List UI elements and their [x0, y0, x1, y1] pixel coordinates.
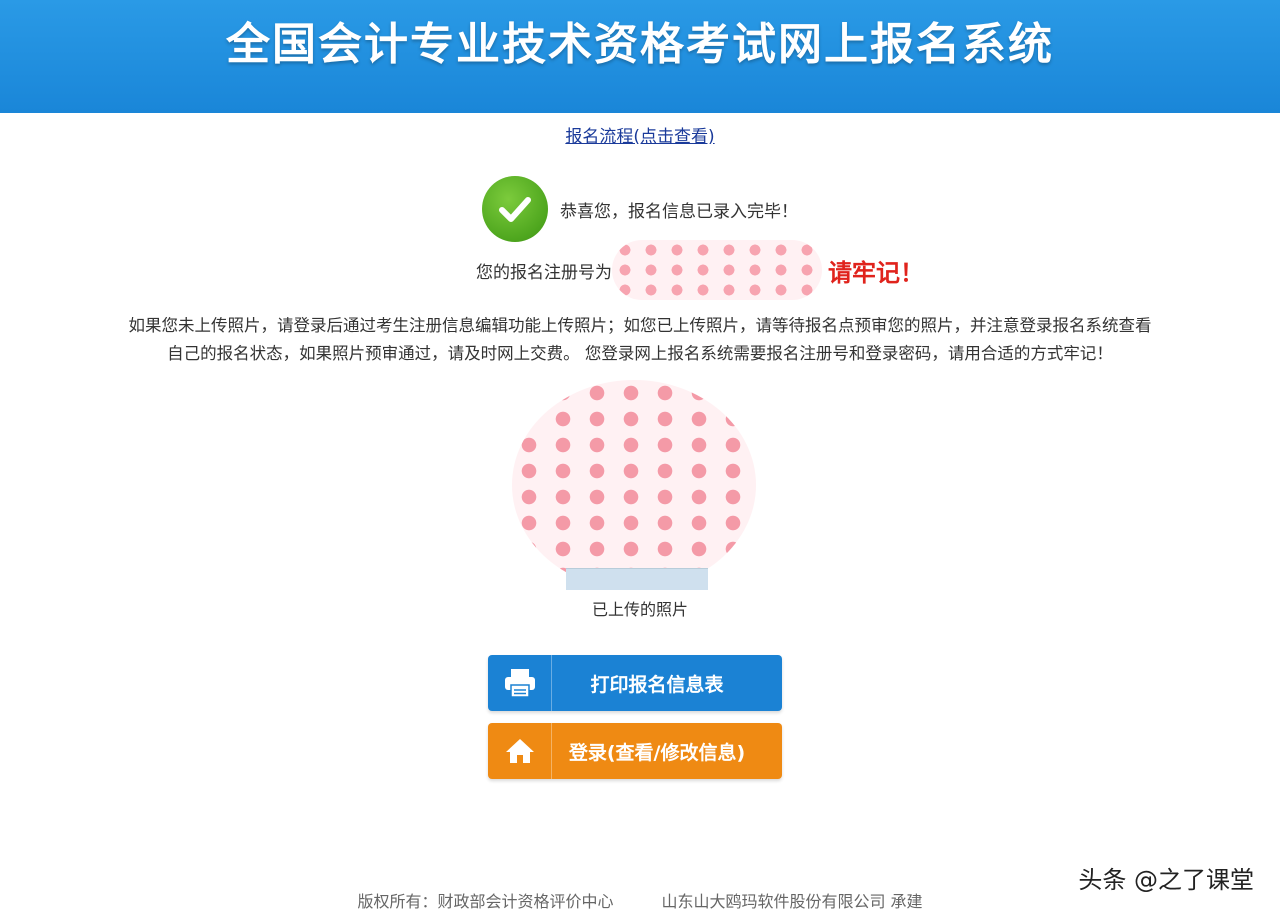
success-message: 恭喜您，报名信息已录入完毕！ — [560, 201, 798, 222]
notice-line-2: 自己的报名状态，如果照片预审通过，请及时网上交费。 您登录网上报名系统需要报名注… — [167, 344, 1113, 363]
login-button-label: 登录(查看/修改信息) — [568, 741, 746, 764]
photo-bottom-edge — [566, 568, 708, 590]
flow-link-row: 报名流程(点击查看) — [0, 122, 1280, 147]
printer-icon — [488, 655, 552, 711]
system-title: 全国会计专业技术资格考试网上报名系统 — [226, 19, 1054, 70]
uploaded-photo-masked — [512, 380, 756, 590]
notice-line-1: 如果您未上传照片，请登录后通过考生注册信息编辑功能上传照片；如您已上传照片，请等… — [128, 316, 1152, 335]
success-message-row: 恭喜您，报名信息已录入完毕！ — [0, 176, 1280, 242]
page-header: 全国会计专业技术资格考试网上报名系统 — [0, 0, 1280, 113]
photo-caption: 已上传的照片 — [591, 600, 688, 619]
check-icon — [482, 176, 548, 242]
builder-text: 山东山大鸥玛软件股份有限公司 承建 — [661, 892, 923, 911]
copyright-text: 版权所有：财政部会计资格评价中心 — [357, 892, 614, 911]
source-watermark: 头条 @之了课堂 — [1078, 866, 1254, 894]
login-edit-button[interactable]: 登录(查看/修改信息) — [488, 723, 782, 779]
print-button-label: 打印报名信息表 — [590, 673, 724, 696]
registration-number-masked — [612, 240, 822, 300]
print-registration-button[interactable]: 打印报名信息表 — [488, 655, 782, 711]
registration-number-label: 您的报名注册号为 — [476, 262, 612, 283]
notice-paragraph: 如果您未上传照片，请登录后通过考生注册信息编辑功能上传照片；如您已上传照片，请等… — [0, 312, 1280, 368]
remember-warning: 请牢记！ — [828, 258, 924, 287]
registration-number-row: 您的报名注册号为 请牢记！ — [0, 240, 1280, 300]
registration-flow-link[interactable]: 报名流程(点击查看) — [565, 127, 714, 147]
home-icon — [488, 723, 552, 779]
